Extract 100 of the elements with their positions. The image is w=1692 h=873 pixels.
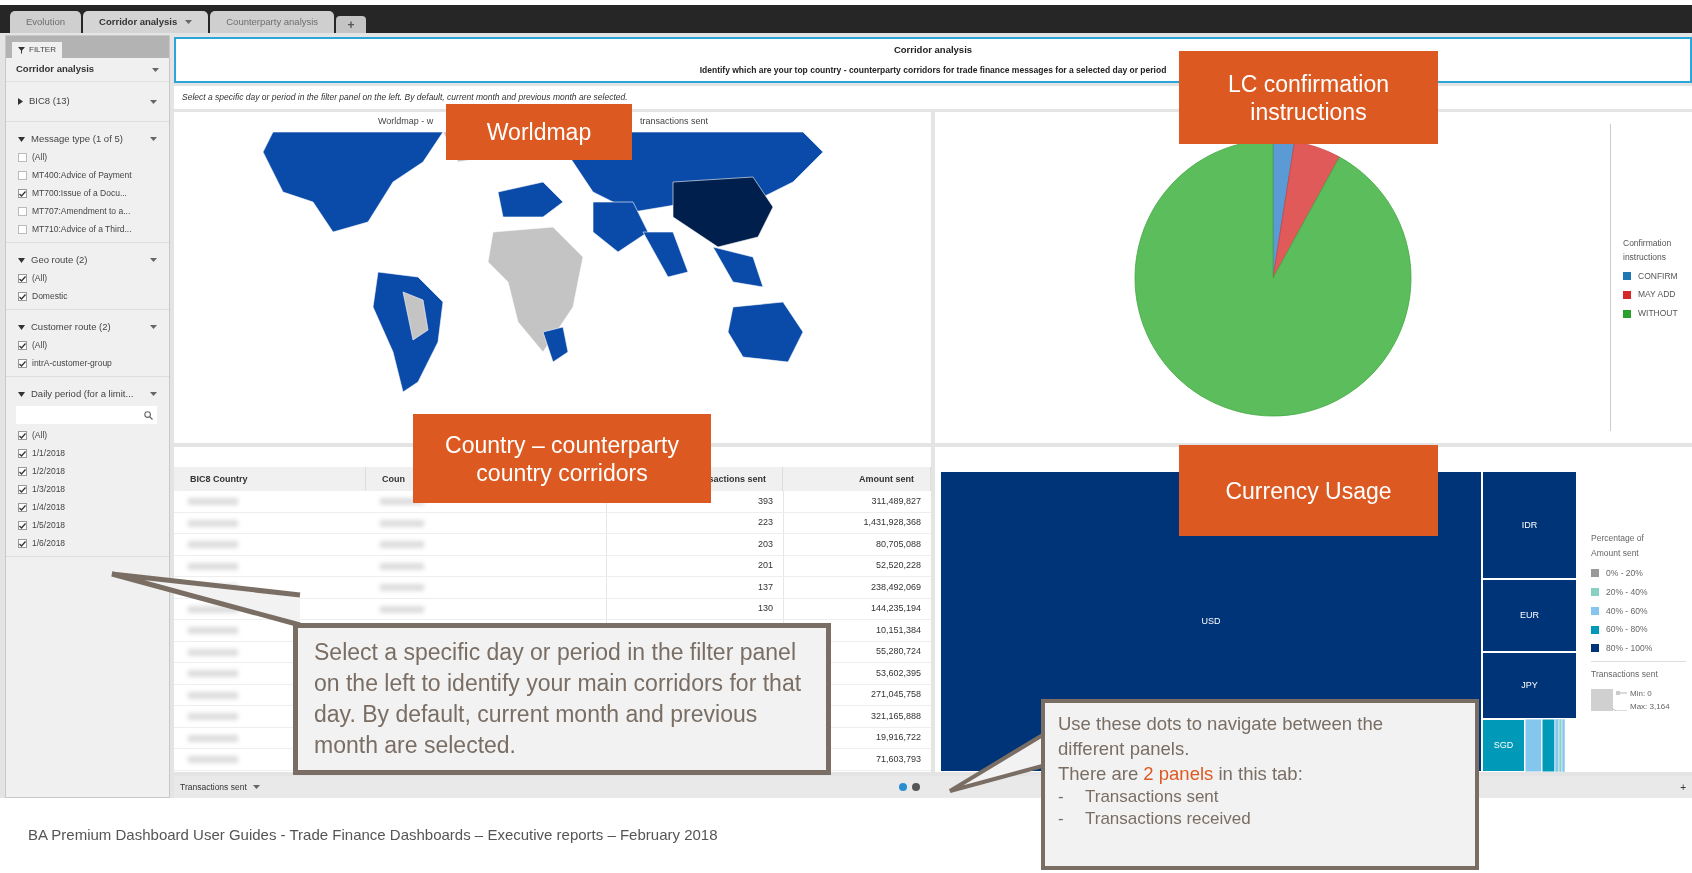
checkbox[interactable]	[18, 189, 27, 198]
checkbox[interactable]	[18, 539, 27, 548]
filter-tab[interactable]: FILTER	[12, 42, 62, 58]
checkbox[interactable]	[18, 171, 27, 180]
annotation-label: Country – counterparty country corridors	[413, 414, 711, 503]
filter-option[interactable]: 1/1/2018	[18, 447, 157, 460]
legend-item: MAY ADD	[1623, 288, 1692, 302]
checkbox[interactable]	[18, 431, 27, 440]
expanded-arrow-icon[interactable]	[18, 136, 25, 142]
table-cell: 52,520,228	[875, 559, 921, 573]
checkbox[interactable]	[18, 225, 27, 234]
table-cell: 201	[757, 559, 773, 573]
table-cell-text: 238,492,069	[870, 580, 921, 594]
filter-option[interactable]: MT707:Amendment to a...	[18, 205, 157, 218]
legend-title: Confirmation instructions	[1623, 236, 1673, 264]
dashboard-name: Corridor analysis	[16, 62, 95, 77]
column-header[interactable]: Amount sent	[859, 472, 914, 486]
callout-list-item: Transactions received	[1085, 808, 1251, 830]
dashboard-tab[interactable]: Evolution	[10, 11, 82, 33]
table-cell-text: 321,165,888	[870, 709, 921, 723]
legend-title: Percentage of Amount sent	[1591, 532, 1645, 560]
checkbox[interactable]	[18, 207, 27, 216]
add-button[interactable]: +	[1680, 779, 1686, 795]
panel-title: transactions sent	[640, 114, 709, 128]
filter-option[interactable]: Domestic	[18, 290, 157, 303]
checkbox[interactable]	[18, 274, 27, 283]
filter-section-title: Daily period (for a limit...	[31, 386, 134, 401]
dropdown-caret-icon[interactable]	[150, 99, 157, 104]
bullet-dash: -	[1058, 808, 1065, 830]
treemap-tile[interactable]: IDR	[1482, 471, 1577, 580]
dropdown-caret-icon[interactable]	[150, 137, 157, 141]
callout-text: Select a specific day or period in the filter panel on the left to identify your main corridors for that day. By default, current month and previous month are selected.	[314, 638, 803, 760]
checkbox[interactable]	[18, 485, 27, 494]
annotation-label: LC confirmation instructions	[1179, 51, 1438, 144]
dashboard-tab[interactable]: Corridor analysis	[83, 11, 209, 33]
filter-option[interactable]: MT710:Advice of a Third...	[18, 223, 157, 236]
checkbox[interactable]	[18, 503, 27, 512]
legend-item: WITHOUT	[1623, 307, 1692, 320]
filter-option[interactable]: MT700:Issue of a Docu...	[18, 187, 157, 200]
filter-section-title: Geo route (2)	[31, 252, 88, 267]
filter-option[interactable]: (All)	[18, 272, 157, 285]
blurred-text	[188, 670, 238, 677]
column-header[interactable]: Coun	[382, 472, 405, 486]
checkbox[interactable]	[18, 449, 27, 458]
filter-option[interactable]: 1/5/2018	[18, 519, 157, 532]
expanded-arrow-icon[interactable]	[18, 391, 25, 397]
checkbox[interactable]	[18, 341, 27, 350]
annotation-label: Currency Usage	[1179, 445, 1438, 536]
dropdown-caret-icon[interactable]	[152, 67, 159, 72]
dashboard-title: Corridor analysis	[893, 42, 973, 57]
dropdown-caret-icon[interactable]	[150, 325, 157, 329]
table-cell-text: 311,489,827	[871, 494, 921, 508]
blurred-text	[380, 519, 424, 527]
dropdown-caret-icon[interactable]	[150, 392, 157, 396]
filter-option[interactable]: 1/2/2018	[18, 465, 157, 478]
filter-section-title: BIC8 (13)	[29, 94, 70, 109]
filter-option[interactable]: 1/4/2018	[18, 501, 157, 514]
blurred-text	[188, 648, 238, 656]
checkbox[interactable]	[18, 359, 27, 368]
size-min-label: Min: 0	[1630, 687, 1653, 700]
blurred-text	[188, 627, 238, 634]
search-field[interactable]	[16, 406, 157, 424]
table-cell: 1,431,928,368	[863, 516, 921, 530]
blurred-text	[188, 691, 238, 699]
checkbox[interactable]	[18, 292, 27, 301]
filter-option[interactable]: (All)	[18, 151, 157, 164]
measure-selector[interactable]: Transactions sent	[180, 780, 260, 794]
filter-option[interactable]: intrA-customer-group	[18, 357, 157, 370]
checkbox[interactable]	[18, 467, 27, 476]
legend-title: Transactions sent	[1591, 667, 1659, 681]
filter-option[interactable]: 1/6/2018	[18, 537, 157, 550]
treemap-tile[interactable]: EUR	[1482, 579, 1577, 653]
blurred-text	[188, 734, 238, 742]
dropdown-caret-icon[interactable]	[185, 20, 193, 24]
blurred-text	[380, 541, 424, 548]
table-cell-text: 137	[757, 580, 773, 594]
table-cell-text: 53,602,395	[875, 666, 921, 680]
filter-option[interactable]: (All)	[18, 429, 157, 442]
filter-option[interactable]: 1/3/2018	[18, 483, 157, 496]
add-tab-button[interactable]: +	[336, 16, 367, 33]
checkbox[interactable]	[18, 521, 27, 530]
dashboard-tab[interactable]: Counterparty analysis	[210, 11, 335, 33]
collapsed-arrow-icon[interactable]	[18, 98, 23, 105]
table-cell-text: 203	[757, 537, 773, 551]
expanded-arrow-icon[interactable]	[18, 257, 25, 263]
size-legend-icon	[1591, 688, 1627, 711]
footer-text: BA Premium Dashboard User Guides - Trade Finance Dashboards – Executive reports – February 2018	[28, 825, 718, 846]
bullet-dash: -	[1058, 786, 1065, 808]
expanded-arrow-icon[interactable]	[18, 324, 25, 330]
table-cell-text: 10,151,384	[875, 623, 921, 637]
legend-item: CONFIRM	[1623, 269, 1692, 283]
table-cell-text: 80,705,088	[875, 537, 921, 551]
dashboard-selector[interactable]: Corridor analysis	[6, 58, 169, 82]
treemap-tile[interactable]: JPY	[1482, 652, 1577, 720]
filter-option[interactable]: (All)	[18, 339, 157, 352]
checkbox[interactable]	[18, 153, 27, 162]
column-header[interactable]: BIC8 Country	[190, 472, 248, 486]
filter-option[interactable]: MT400:Advice of Payment	[18, 169, 157, 182]
dropdown-caret-icon[interactable]	[252, 785, 260, 790]
dropdown-caret-icon[interactable]	[150, 258, 157, 262]
